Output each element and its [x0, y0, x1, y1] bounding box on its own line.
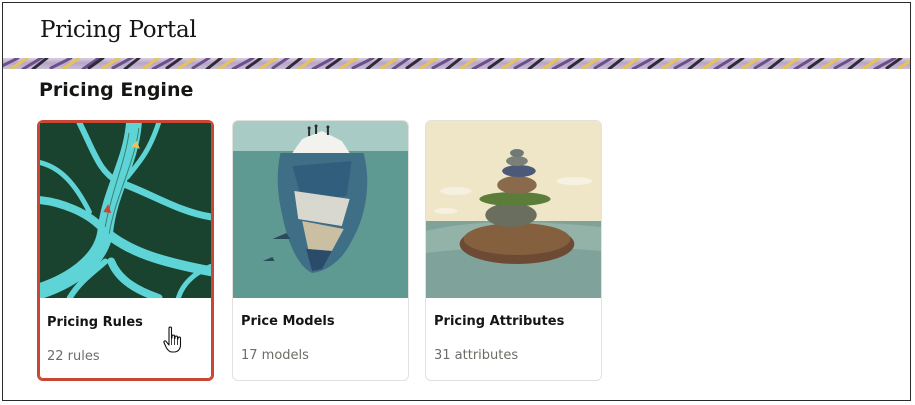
- section-title: Pricing Engine: [39, 79, 194, 101]
- card-price-models[interactable]: Price Models 17 models: [232, 120, 409, 381]
- card-subtitle: 22 rules: [47, 349, 100, 364]
- card-subtitle: 17 models: [241, 348, 309, 363]
- card-pricing-attributes[interactable]: Pricing Attributes 31 attributes: [425, 120, 602, 381]
- iceberg-illustration: [233, 121, 408, 298]
- portal-title: Pricing Portal: [40, 17, 197, 43]
- card-pricing-rules[interactable]: Pricing Rules 22 rules: [37, 120, 214, 381]
- card-title: Pricing Attributes: [434, 314, 565, 329]
- stacked-stones-illustration: [426, 121, 601, 298]
- river-roots-illustration: [40, 123, 211, 298]
- decorative-banner: [3, 58, 910, 69]
- card-title: Price Models: [241, 314, 335, 329]
- card-subtitle: 31 attributes: [434, 348, 519, 363]
- app-window: Pricing Portal Pricing Engine Pricing Ru…: [2, 2, 911, 401]
- card-title: Pricing Rules: [47, 315, 143, 330]
